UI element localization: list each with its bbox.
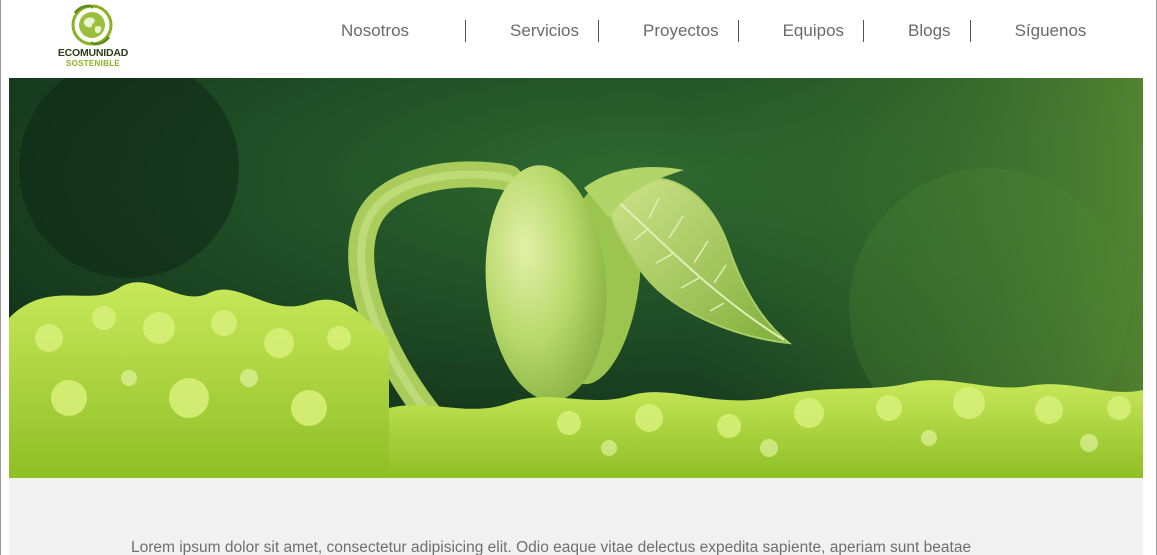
nav-item-proyectos[interactable]: Proyectos — [643, 19, 719, 43]
nav-divider — [969, 20, 971, 42]
nav-item-equipos[interactable]: Equipos — [783, 19, 844, 43]
nav-divider — [863, 20, 865, 42]
nav-divider — [598, 20, 599, 42]
globe-leaf-logo-icon — [71, 4, 113, 46]
sprouting-seedling-image — [9, 78, 1143, 478]
nav-item-blogs[interactable]: Blogs — [908, 19, 951, 43]
nav-divider — [737, 20, 739, 42]
home-logo-link[interactable]: ECOMUNIDAD SOSTENIBLE — [53, 3, 133, 69]
brand-name: ECOMUNIDAD — [57, 47, 129, 59]
nav-item-siguenos[interactable]: Síguenos — [1015, 19, 1087, 43]
main-nav: Nosotros Servicios Proyectos Equipos Blo… — [319, 18, 1086, 44]
intro-section: Lorem ipsum dolor sit amet, consectetur … — [9, 478, 1143, 555]
nav-item-servicios[interactable]: Servicios — [510, 19, 579, 43]
nav-divider — [465, 20, 467, 42]
intro-paragraph: Lorem ipsum dolor sit amet, consectetur … — [131, 539, 972, 555]
brand-tagline: SOSTENIBLE — [65, 59, 121, 68]
hero-banner — [9, 78, 1143, 478]
site-header: ECOMUNIDAD SOSTENIBLE Nosotros Servicios… — [9, 0, 1143, 78]
page: ECOMUNIDAD SOSTENIBLE Nosotros Servicios… — [9, 0, 1143, 555]
browser-viewport: ECOMUNIDAD SOSTENIBLE Nosotros Servicios… — [0, 0, 1157, 555]
nav-item-nosotros[interactable]: Nosotros — [341, 19, 409, 43]
